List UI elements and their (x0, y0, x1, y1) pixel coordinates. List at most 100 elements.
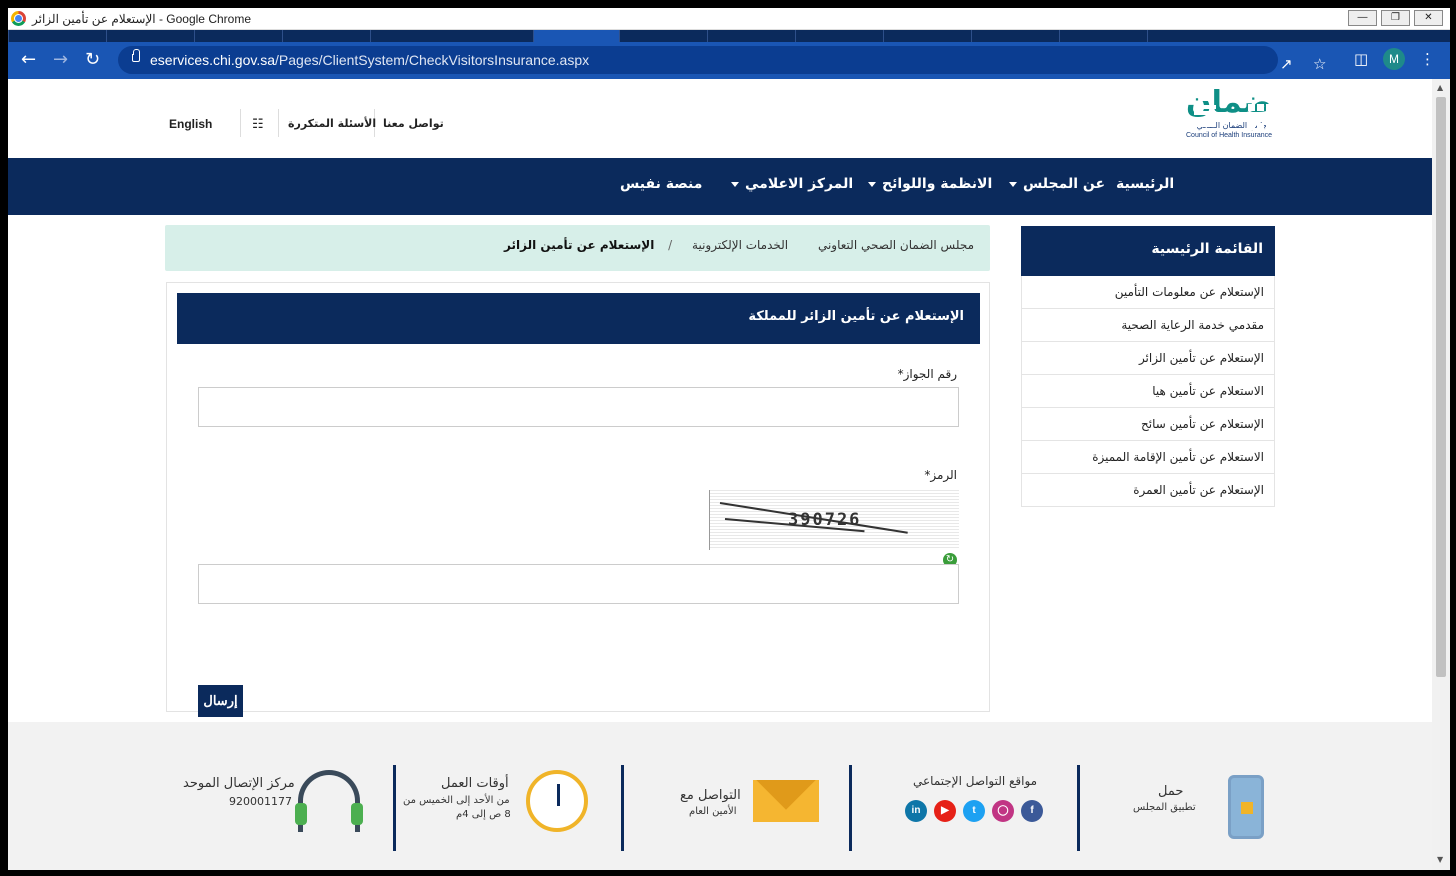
browser-tab[interactable] (8, 30, 106, 42)
title-bar: الإستعلام عن تأمين الزائر - Google Chrom… (8, 8, 1450, 30)
envelope-icon[interactable] (753, 780, 819, 822)
instagram-icon[interactable]: ◯ (992, 800, 1014, 822)
english-link[interactable]: English (169, 117, 212, 131)
captcha-image: 390726 (709, 490, 959, 550)
address-bar: ← → ↻ eservices.chi.gov.sa/Pages/ClientS… (8, 42, 1450, 79)
social-title: مواقع التواصل الإجتماعي (913, 774, 1038, 788)
sidebar-item-hayya-insurance[interactable]: الاستعلام عن تأمين هيا (1021, 375, 1275, 408)
chevron-down-icon (731, 181, 739, 187)
browser-window: الإستعلام عن تأمين الزائر - Google Chrom… (8, 8, 1450, 870)
nav-nafis[interactable]: منصة نفيس (620, 176, 702, 192)
browser-tab[interactable] (106, 30, 194, 42)
window-title: الإستعلام عن تأمين الزائر - Google Chrom… (32, 12, 251, 26)
sidebar-item-healthcare-providers[interactable]: مقدمي خدمة الرعاية الصحية (1021, 309, 1275, 342)
nav-home[interactable]: الرئيسية (1116, 176, 1174, 192)
youtube-icon[interactable]: ▶ (934, 800, 956, 822)
minimize-button[interactable]: — (1348, 10, 1377, 26)
faq-link[interactable]: الأسئلة المتكررة (288, 117, 376, 130)
contact-us-link[interactable]: تواصل معنا (383, 117, 444, 130)
twitter-icon[interactable]: t (963, 800, 985, 822)
app-subtitle[interactable]: تطبيق المجلس (1133, 802, 1196, 813)
browser-tab[interactable] (1147, 30, 1219, 42)
browser-tab[interactable] (883, 30, 971, 42)
breadcrumb: مجلس الضمان الصحي التعاوني الخدمات الإلك… (165, 225, 990, 271)
hours-line-1: من الأحد إلى الخميس من (403, 795, 510, 806)
form-title: الإستعلام عن تأمين الزائر للمملكة (177, 293, 980, 344)
call-center-title: مركز الإتصال الموحد (183, 776, 295, 791)
footer: حمل تطبيق المجلس مواقع التواصل الإجتماعي… (8, 722, 1432, 870)
sidebar-item-tourist-insurance[interactable]: الإستعلام عن تأمين سائح (1021, 408, 1275, 441)
profile-avatar[interactable]: M (1383, 48, 1405, 70)
reload-icon[interactable]: ↻ (85, 50, 100, 70)
browser-tab[interactable] (282, 30, 370, 42)
divider (278, 109, 279, 137)
captcha-text: 390726 (788, 510, 862, 530)
breadcrumb-root[interactable]: مجلس الضمان الصحي التعاوني (818, 238, 974, 252)
web-page: ضمان مجلس الضمان الصحي Council of Health… (8, 79, 1432, 870)
browser-tab[interactable] (1059, 30, 1147, 42)
menu-kebab-icon[interactable]: ⋮ (1420, 50, 1435, 68)
apps-grid-icon[interactable] (1248, 104, 1274, 130)
mobile-app-icon[interactable] (1228, 775, 1264, 839)
breadcrumb-separator: / (668, 238, 673, 252)
breadcrumb-current: الإستعلام عن تأمين الزائر (504, 238, 655, 252)
hours-line-2: 8 ص إلى 4م (456, 809, 511, 820)
browser-tab[interactable] (194, 30, 282, 42)
passport-number-input[interactable] (198, 387, 959, 427)
sidebar-item-umrah-insurance[interactable]: الإستعلام عن تأمين العمرة (1021, 474, 1275, 507)
call-center-number[interactable]: 920001177 (229, 795, 292, 808)
nav-media[interactable]: المركز الاعلامي (725, 176, 853, 192)
footer-divider (393, 765, 396, 851)
sidebar-menu: القائمة الرئيسية الإستعلام عن معلومات ال… (1021, 226, 1275, 507)
footer-divider (621, 765, 624, 851)
page-scrollbar[interactable]: ▲ ▼ (1432, 79, 1450, 870)
chevron-down-icon (1009, 181, 1017, 187)
captcha-code-input[interactable] (198, 564, 959, 604)
code-label: الرمز* (924, 468, 957, 482)
browser-tab-active[interactable] (533, 30, 619, 42)
browser-tab[interactable] (707, 30, 795, 42)
submit-button[interactable]: إرسال (198, 685, 243, 717)
scrollbar-thumb[interactable] (1436, 97, 1446, 677)
stopwatch-icon (526, 770, 588, 832)
side-panel-icon[interactable]: ◫ (1354, 50, 1368, 68)
browser-tab[interactable] (619, 30, 707, 42)
sitemap-icon[interactable]: ☷ (252, 117, 264, 132)
sidebar-item-visitor-insurance[interactable]: الإستعلام عن تأمين الزائر (1021, 342, 1275, 375)
linkedin-icon[interactable]: in (905, 800, 927, 822)
scroll-down-icon[interactable]: ▼ (1437, 855, 1443, 864)
scroll-up-icon[interactable]: ▲ (1437, 83, 1443, 92)
sidebar-title: القائمة الرئيسية (1021, 226, 1275, 276)
restore-button[interactable]: ❐ (1381, 10, 1410, 26)
nav-about-label: عن المجلس (1023, 176, 1106, 192)
lock-icon (132, 49, 140, 62)
url-field[interactable]: eservices.chi.gov.sa/Pages/ClientSystem/… (118, 46, 1326, 74)
headset-icon (295, 770, 363, 832)
forward-icon[interactable]: → (53, 50, 68, 70)
breadcrumb-section[interactable]: الخدمات الإلكترونية (692, 238, 788, 252)
contact-subtitle[interactable]: الأمين العام (689, 806, 737, 817)
nav-regulations[interactable]: الانظمة واللوائح (862, 176, 992, 192)
hours-title: أوقات العمل (441, 776, 509, 791)
nav-media-label: المركز الاعلامي (745, 176, 854, 192)
close-button[interactable]: ✕ (1414, 10, 1443, 26)
sidebar-item-premium-residency[interactable]: الاستعلام عن تأمين الإقامة المميزة (1021, 441, 1275, 474)
footer-divider (849, 765, 852, 851)
bookmark-star-icon[interactable]: ☆ (1313, 55, 1326, 73)
browser-tab[interactable] (370, 30, 458, 42)
browser-tab[interactable] (971, 30, 1059, 42)
divider (240, 109, 241, 137)
browser-tab[interactable] (795, 30, 883, 42)
nav-about[interactable]: عن المجلس (1003, 176, 1105, 192)
back-icon[interactable]: ← (21, 50, 36, 70)
chevron-down-icon (868, 181, 876, 187)
app-title: حمل (1158, 784, 1184, 799)
menu-list-icon[interactable] (1194, 105, 1216, 127)
share-icon[interactable]: ↗ (1280, 55, 1293, 73)
logo-subtitle-en: Council of Health Insurance (1186, 132, 1272, 139)
facebook-icon[interactable]: f (1021, 800, 1043, 822)
sidebar-item-insurance-info[interactable]: الإستعلام عن معلومات التأمين (1021, 276, 1275, 309)
url-path: /Pages/ClientSystem/CheckVisitorsInsuran… (275, 52, 590, 68)
tab-strip (8, 30, 1450, 42)
url-host: eservices.chi.gov.sa (150, 52, 276, 68)
